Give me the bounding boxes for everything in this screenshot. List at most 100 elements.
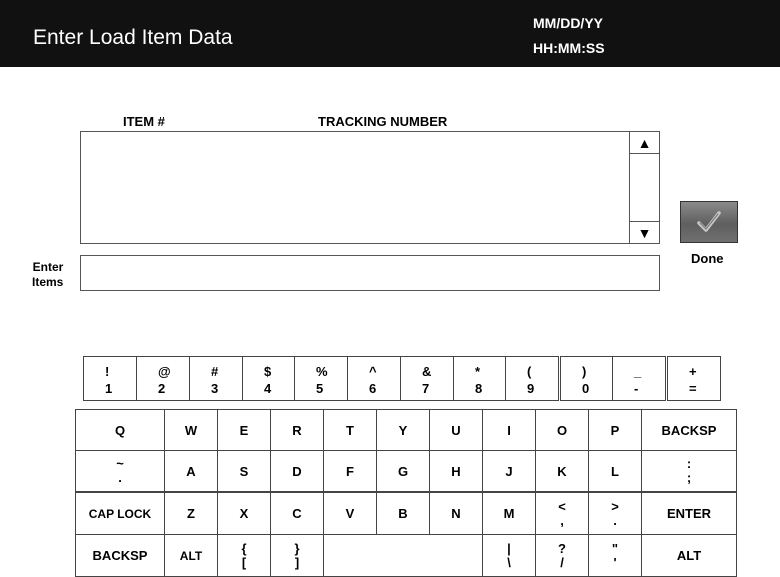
num-key-top: _ bbox=[634, 364, 642, 379]
key-p[interactable]: P bbox=[588, 409, 642, 451]
alt-key-left[interactable]: ALT bbox=[164, 534, 218, 577]
check-icon bbox=[697, 211, 721, 232]
alt-key-right[interactable]: ALT bbox=[641, 534, 737, 577]
key-q[interactable]: Q bbox=[75, 409, 165, 451]
num-key[interactable]: * 8 bbox=[453, 356, 507, 401]
list-scrollbar[interactable]: ▲ ▼ bbox=[629, 132, 659, 243]
enter-key[interactable]: ENTER bbox=[641, 492, 737, 535]
key-b[interactable]: B bbox=[376, 492, 430, 535]
less-than-key-bottom: , bbox=[560, 512, 564, 528]
num-key-bottom: 7 bbox=[422, 381, 430, 396]
num-key-top: ( bbox=[527, 364, 532, 379]
key-o[interactable]: O bbox=[535, 409, 589, 451]
num-key[interactable]: ^ 6 bbox=[347, 356, 401, 401]
backspace-key-bottom[interactable]: BACKSP bbox=[75, 534, 165, 577]
backspace-key[interactable]: BACKSP bbox=[641, 409, 737, 451]
date-display: MM/DD/YY bbox=[533, 15, 603, 31]
num-key[interactable]: & 7 bbox=[400, 356, 454, 401]
key-w[interactable]: W bbox=[164, 409, 218, 451]
tilde-key[interactable]: ~. bbox=[75, 450, 165, 492]
question-key-top: ? bbox=[558, 540, 566, 556]
key-k[interactable]: K bbox=[535, 450, 589, 492]
right-brace-key[interactable]: }] bbox=[270, 534, 324, 577]
num-key-top: + bbox=[689, 364, 697, 379]
question-key[interactable]: ? / bbox=[535, 534, 589, 577]
num-key-top: ^ bbox=[369, 364, 377, 379]
column-header-item: ITEM # bbox=[123, 114, 165, 129]
tilde-key-top: ~ bbox=[116, 456, 124, 471]
right-brace-key-bottom: ] bbox=[294, 554, 300, 570]
num-key-bottom: 1 bbox=[105, 381, 113, 396]
left-brace-key[interactable]: {[ bbox=[217, 534, 271, 577]
key-r[interactable]: R bbox=[270, 409, 324, 451]
key-t[interactable]: T bbox=[323, 409, 377, 451]
question-key-bottom: / bbox=[560, 554, 564, 570]
key-h[interactable]: H bbox=[429, 450, 483, 492]
done-label: Done bbox=[691, 251, 724, 266]
key-x[interactable]: X bbox=[217, 492, 271, 535]
num-key[interactable]: + = bbox=[667, 356, 721, 401]
pipe-key[interactable]: | \ bbox=[482, 534, 536, 577]
tilde-key-bottom: . bbox=[118, 470, 122, 485]
num-key[interactable]: (9 bbox=[505, 356, 559, 401]
key-j[interactable]: J bbox=[482, 450, 536, 492]
greater-than-key[interactable]: >. bbox=[588, 492, 642, 535]
num-key[interactable]: $4 bbox=[242, 356, 296, 401]
key-c[interactable]: C bbox=[270, 492, 324, 535]
num-key-top: ! bbox=[105, 364, 110, 379]
done-button[interactable] bbox=[680, 201, 738, 243]
colon-key[interactable]: :; bbox=[641, 450, 737, 492]
num-key-bottom: - bbox=[634, 381, 639, 396]
key-g[interactable]: G bbox=[376, 450, 430, 492]
num-key[interactable]: ) 0 bbox=[560, 356, 614, 401]
page-title: Enter Load Item Data bbox=[33, 26, 233, 49]
key-v[interactable]: V bbox=[323, 492, 377, 535]
key-u[interactable]: U bbox=[429, 409, 483, 451]
scroll-up-icon: ▲ bbox=[637, 134, 652, 151]
left-brace-key-top: { bbox=[241, 540, 247, 556]
enter-items-input[interactable] bbox=[80, 255, 660, 291]
num-key-bottom: 4 bbox=[264, 381, 272, 396]
space-bar[interactable] bbox=[323, 534, 483, 577]
num-key-top: & bbox=[422, 364, 432, 379]
num-key[interactable]: #3 bbox=[189, 356, 243, 401]
num-key-top: @ bbox=[158, 364, 171, 379]
num-key-bottom: 9 bbox=[527, 381, 535, 396]
less-than-key[interactable]: <, bbox=[535, 492, 589, 535]
key-a[interactable]: A bbox=[164, 450, 218, 492]
num-key[interactable]: ! 1 bbox=[83, 356, 137, 401]
key-s[interactable]: S bbox=[217, 450, 271, 492]
scroll-down-icon: ▼ bbox=[637, 224, 652, 241]
key-e[interactable]: E bbox=[217, 409, 271, 451]
num-key-bottom: 8 bbox=[475, 381, 483, 396]
key-z[interactable]: Z bbox=[164, 492, 218, 535]
less-than-key-top: < bbox=[558, 498, 566, 514]
left-brace-key-bottom: [ bbox=[241, 554, 247, 570]
scroll-down-button[interactable]: ▼ bbox=[630, 221, 659, 243]
num-key[interactable]: % 5 bbox=[294, 356, 348, 401]
num-key-top: % bbox=[316, 364, 328, 379]
key-l[interactable]: L bbox=[588, 450, 642, 492]
num-key[interactable]: _ - bbox=[612, 356, 666, 401]
num-key-bottom: 3 bbox=[211, 381, 219, 396]
num-key-top: ) bbox=[582, 364, 587, 379]
colon-key-bottom: ; bbox=[686, 470, 692, 485]
num-key-bottom: = bbox=[689, 381, 697, 396]
key-n[interactable]: N bbox=[429, 492, 483, 535]
quote-key-bottom: ' bbox=[613, 554, 617, 570]
quote-key-top: " bbox=[611, 540, 619, 556]
pipe-key-bottom: \ bbox=[507, 554, 511, 570]
key-y[interactable]: Y bbox=[376, 409, 430, 451]
scroll-up-button[interactable]: ▲ bbox=[630, 132, 659, 154]
key-f[interactable]: F bbox=[323, 450, 377, 492]
time-display: HH:MM:SS bbox=[533, 40, 605, 56]
num-key-top: $ bbox=[264, 364, 272, 379]
key-m[interactable]: M bbox=[482, 492, 536, 535]
quote-key[interactable]: " ' bbox=[588, 534, 642, 577]
key-i[interactable]: I bbox=[482, 409, 536, 451]
caps-lock-key[interactable]: CAP LOCK bbox=[75, 492, 165, 535]
num-key[interactable]: @2 bbox=[136, 356, 190, 401]
key-d[interactable]: D bbox=[270, 450, 324, 492]
items-list[interactable]: ▲ ▼ bbox=[80, 131, 660, 244]
num-key-bottom: 0 bbox=[582, 381, 590, 396]
